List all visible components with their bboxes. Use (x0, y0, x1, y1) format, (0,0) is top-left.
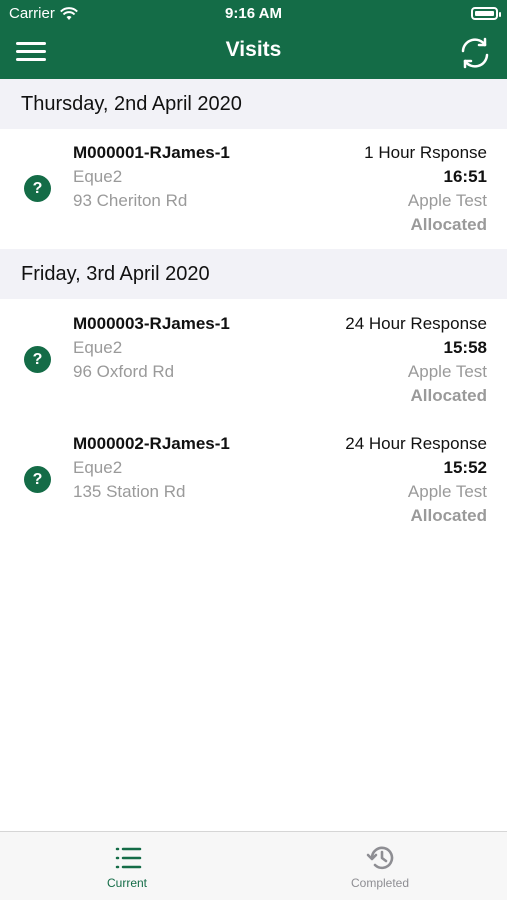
status-bar: Carrier 9:16 AM (0, 0, 507, 28)
visit-row[interactable]: ? M000003-RJames-1 Eque2 96 Oxford Rd 24… (0, 300, 507, 420)
section-header-date: Thursday, 2nd April 2020 (0, 79, 507, 129)
visit-status: Allocated (410, 506, 487, 525)
visit-time: 15:52 (443, 458, 487, 477)
question-status-icon: ? (24, 175, 51, 202)
section-header-date: Friday, 3rd April 2020 (0, 249, 507, 299)
visit-reference: M000003-RJames-1 (73, 314, 230, 333)
visit-priority: 1 Hour Rsponse (364, 143, 487, 162)
visit-address: 135 Station Rd (73, 482, 186, 501)
status-time: 9:16 AM (225, 5, 282, 22)
question-status-icon: ? (24, 466, 51, 493)
visit-address: 96 Oxford Rd (73, 362, 175, 381)
visit-client: Apple Test (407, 191, 487, 210)
visit-status: Allocated (410, 386, 487, 405)
visit-company: Eque2 (73, 338, 123, 357)
visit-row[interactable]: ? M000002-RJames-1 Eque2 135 Station Rd … (0, 420, 507, 540)
refresh-icon[interactable] (457, 36, 493, 70)
visit-status: Allocated (410, 215, 487, 234)
tab-completed-label: Completed (350, 876, 410, 890)
visit-reference: M000002-RJames-1 (73, 434, 230, 453)
list-icon (115, 847, 142, 869)
tab-current-label: Current (106, 876, 147, 890)
visit-row[interactable]: ? M000001-RJames-1 Eque2 93 Cheriton Rd … (0, 129, 507, 249)
visit-priority: 24 Hour Response (345, 314, 487, 333)
visit-time: 16:51 (443, 167, 487, 186)
tab-bar: Current Completed (0, 831, 507, 900)
history-icon (366, 846, 394, 870)
page-title: Visits (225, 38, 282, 61)
question-status-icon: ? (24, 346, 51, 373)
visit-company: Eque2 (73, 167, 123, 186)
visit-company: Eque2 (73, 458, 123, 477)
visit-priority: 24 Hour Response (345, 434, 487, 453)
visit-client: Apple Test (407, 482, 487, 501)
tab-current[interactable]: Current (0, 832, 254, 900)
visit-client: Apple Test (407, 362, 487, 381)
visit-time: 15:58 (443, 338, 487, 357)
visit-reference: M000001-RJames-1 (73, 143, 230, 162)
battery-icon (471, 7, 501, 20)
nav-header: Carrier 9:16 AM Visits (0, 0, 507, 79)
tab-completed[interactable]: Completed (253, 832, 507, 900)
visit-address: 93 Cheriton Rd (73, 191, 188, 210)
